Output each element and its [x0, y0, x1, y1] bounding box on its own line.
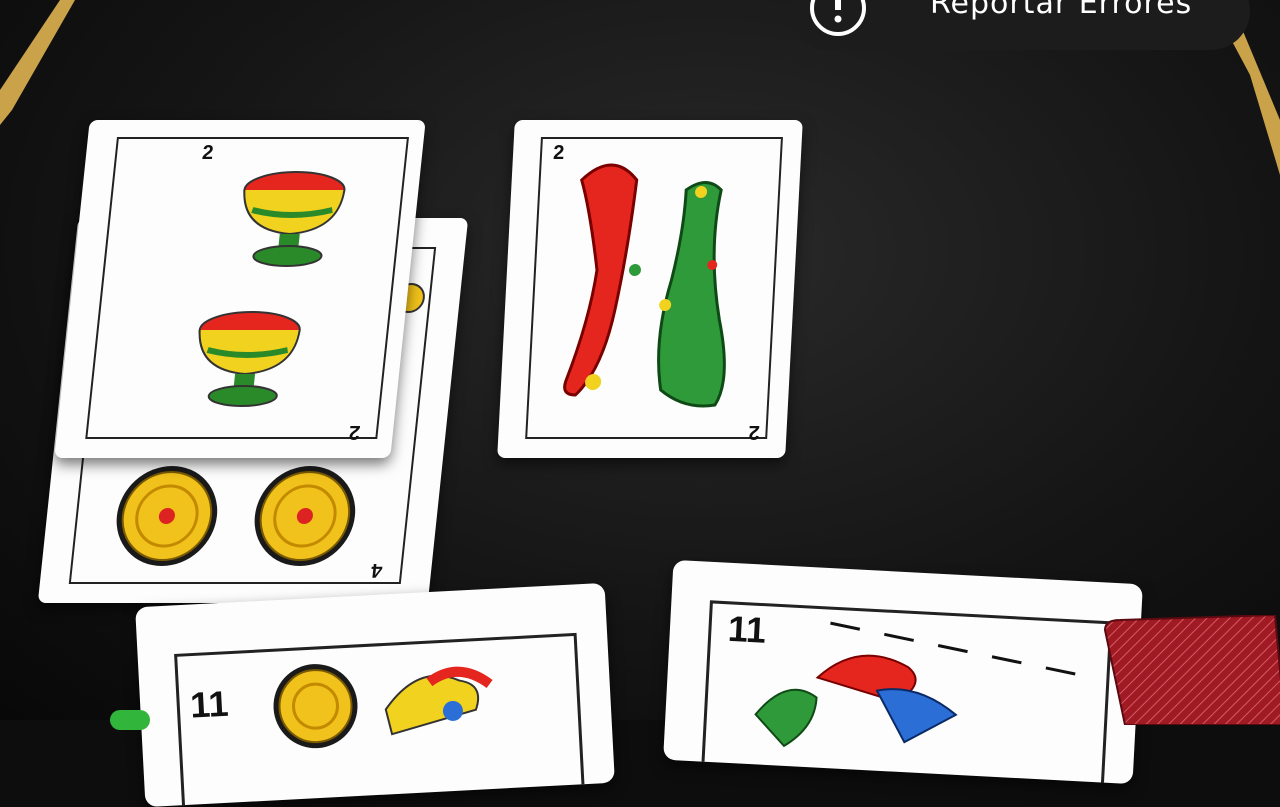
hand-card-11-bastos[interactable]: 11: [663, 559, 1143, 785]
alert-icon: [810, 0, 866, 36]
deck-card-back[interactable]: [1085, 615, 1280, 725]
card-rank: 11: [189, 682, 230, 726]
card-rank: 2: [747, 421, 761, 443]
table-card-2-copas[interactable]: 2 2: [54, 120, 426, 458]
copas-suit-icon: [85, 137, 409, 439]
bastos-suit-icon: [700, 600, 1113, 785]
report-errors-label: Reportar Errores: [930, 0, 1193, 21]
table-card-2-bastos[interactable]: 2 2: [497, 120, 803, 458]
hand-card-11-oros[interactable]: 11: [135, 582, 615, 807]
card-rank: 11: [726, 607, 768, 651]
bastos-suit-icon: [525, 137, 783, 439]
hand-indicator: [110, 710, 150, 730]
card-rank: 2: [552, 142, 565, 164]
